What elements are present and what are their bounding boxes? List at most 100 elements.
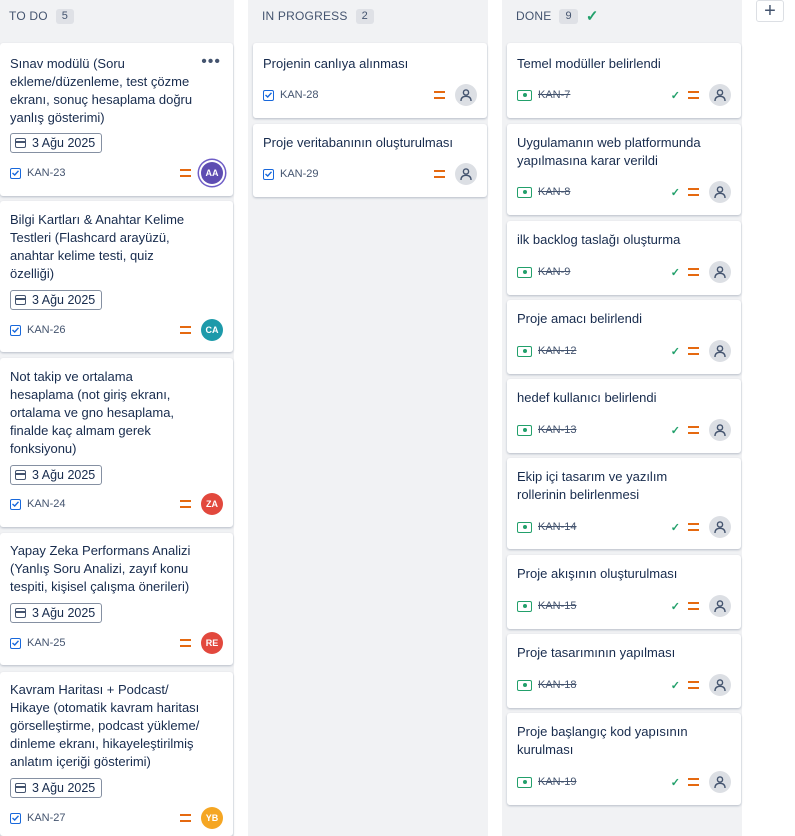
priority-medium-icon	[434, 91, 445, 99]
card-footer: KAN-8 ✓	[517, 180, 731, 204]
unassigned-avatar-icon[interactable]	[709, 771, 731, 793]
issue-key[interactable]: KAN-29	[280, 168, 319, 180]
task-icon	[10, 812, 21, 824]
issue-title: Proje başlangıç kod yapısının kurulması	[517, 724, 688, 757]
issue-count-badge: 5	[55, 8, 75, 24]
unassigned-avatar-icon[interactable]	[455, 84, 477, 106]
priority-medium-icon	[180, 500, 191, 508]
issue-key[interactable]: KAN-12	[538, 345, 577, 357]
issue-key[interactable]: KAN-8	[538, 186, 570, 198]
card-footer: KAN-26 CA	[10, 318, 223, 342]
issue-title: Proje tasarımının yapılması	[517, 645, 676, 660]
issue-card[interactable]: Bilgi Kartları & Anahtar Kelime Testleri…	[0, 201, 233, 352]
unassigned-avatar-icon[interactable]	[709, 419, 731, 441]
plus-icon: +	[764, 0, 776, 22]
column-header-in-progress[interactable]: IN PROGRESS 2	[248, 0, 488, 32]
avatar[interactable]: YB	[201, 807, 223, 829]
issue-key[interactable]: KAN-26	[27, 324, 66, 336]
issue-card[interactable]: Proje amacı belirlendi KAN-12 ✓	[507, 300, 741, 374]
task-icon	[10, 637, 21, 649]
issue-key[interactable]: KAN-23	[27, 167, 66, 179]
priority-medium-icon	[688, 523, 699, 531]
card-footer: KAN-7 ✓	[517, 83, 731, 107]
issue-card[interactable]: Proje veritabanının oluşturulması KAN-29	[253, 124, 487, 197]
calendar-icon	[15, 295, 26, 305]
done-check-icon: ✓	[670, 424, 680, 437]
done-check-icon: ✓	[670, 521, 680, 534]
priority-medium-icon	[180, 814, 191, 822]
story-icon	[517, 89, 532, 101]
column-title: IN PROGRESS	[262, 9, 348, 23]
calendar-icon	[15, 470, 26, 480]
done-check-icon: ✓	[670, 776, 680, 789]
calendar-icon	[15, 138, 26, 148]
issue-card[interactable]: Yapay Zeka Performans Analizi (Yanlış So…	[0, 533, 233, 665]
done-check-icon: ✓	[670, 600, 680, 613]
done-check-icon: ✓	[585, 8, 599, 25]
issue-card[interactable]: Not takip ve ortalama hesaplama (not gir…	[0, 358, 233, 527]
column-header-todo[interactable]: TO DO 5	[0, 0, 234, 32]
task-icon	[10, 498, 21, 510]
card-footer: KAN-29	[263, 162, 477, 186]
unassigned-avatar-icon[interactable]	[709, 181, 731, 203]
issue-key[interactable]: KAN-25	[27, 637, 66, 649]
issue-key[interactable]: KAN-15	[538, 600, 577, 612]
issue-card[interactable]: hedef kullanıcı belirlendi KAN-13 ✓	[507, 379, 741, 453]
issue-card[interactable]: Proje tasarımının yapılması KAN-18 ✓	[507, 634, 741, 708]
card-footer: KAN-23 AA	[10, 161, 223, 185]
priority-medium-icon	[688, 602, 699, 610]
issue-title: Proje amacı belirlendi	[517, 311, 643, 326]
issue-card[interactable]: Sınav modülü (Soru ekleme/düzenleme, tes…	[0, 43, 233, 196]
issue-title: Ekip içi tasarım ve yazılım rollerinin b…	[517, 469, 668, 502]
card-footer: KAN-12 ✓	[517, 339, 731, 363]
unassigned-avatar-icon[interactable]	[455, 163, 477, 185]
more-icon[interactable]: •••	[201, 54, 221, 70]
unassigned-avatar-icon[interactable]	[709, 340, 731, 362]
issue-key[interactable]: KAN-9	[538, 266, 570, 278]
issue-card[interactable]: Uygulamanın web platformunda yapılmasına…	[507, 124, 741, 215]
issue-key[interactable]: KAN-13	[538, 424, 577, 436]
avatar[interactable]: CA	[201, 319, 223, 341]
unassigned-avatar-icon[interactable]	[709, 261, 731, 283]
add-column-button[interactable]: +	[756, 0, 784, 22]
card-footer: KAN-14 ✓	[517, 515, 731, 539]
issue-key[interactable]: KAN-19	[538, 776, 577, 788]
task-icon	[10, 324, 21, 336]
unassigned-avatar-icon[interactable]	[709, 595, 731, 617]
story-icon	[517, 679, 532, 691]
unassigned-avatar-icon[interactable]	[709, 674, 731, 696]
issue-key[interactable]: KAN-27	[27, 812, 66, 824]
task-icon	[10, 167, 21, 179]
issue-card[interactable]: ilk backlog taslağı oluşturma KAN-9 ✓	[507, 221, 741, 295]
issue-key[interactable]: KAN-18	[538, 679, 577, 691]
issue-card[interactable]: Projenin canlıya alınması KAN-28	[253, 43, 487, 118]
unassigned-avatar-icon[interactable]	[709, 516, 731, 538]
issue-card[interactable]: Proje akışının oluşturulması KAN-15 ✓	[507, 555, 741, 629]
done-check-icon: ✓	[670, 89, 680, 102]
issue-card[interactable]: Ekip içi tasarım ve yazılım rollerinin b…	[507, 458, 741, 549]
issue-card[interactable]: Proje başlangıç kod yapısının kurulması …	[507, 713, 741, 805]
issue-key[interactable]: KAN-24	[27, 498, 66, 510]
due-date-text: 3 Ağu 2025	[32, 606, 96, 620]
issue-card[interactable]: Kavram Haritası + Podcast/ Hikaye (otoma…	[0, 672, 233, 836]
issue-card[interactable]: Temel modüller belirlendi KAN-7 ✓	[507, 43, 741, 118]
story-icon	[517, 776, 532, 788]
due-date: 3 Ağu 2025	[10, 778, 103, 798]
story-icon	[517, 600, 532, 612]
avatar[interactable]: ZA	[201, 493, 223, 515]
issue-key[interactable]: KAN-7	[538, 89, 570, 101]
issue-key[interactable]: KAN-14	[538, 521, 577, 533]
avatar[interactable]: RE	[201, 632, 223, 654]
priority-medium-icon	[180, 326, 191, 334]
unassigned-avatar-icon[interactable]	[709, 84, 731, 106]
issue-title: Temel modüller belirlendi	[517, 56, 661, 71]
issue-title: Sınav modülü (Soru ekleme/düzenleme, tes…	[10, 56, 193, 125]
issue-title: Proje veritabanının oluşturulması	[263, 135, 454, 150]
story-icon	[517, 345, 532, 357]
issue-count-badge: 2	[355, 8, 374, 24]
column-header-done[interactable]: DONE 9 ✓	[502, 0, 742, 32]
avatar[interactable]: AA	[201, 162, 223, 184]
priority-medium-icon	[688, 188, 699, 196]
card-footer: KAN-25 RE	[10, 631, 223, 655]
issue-key[interactable]: KAN-28	[280, 89, 319, 101]
